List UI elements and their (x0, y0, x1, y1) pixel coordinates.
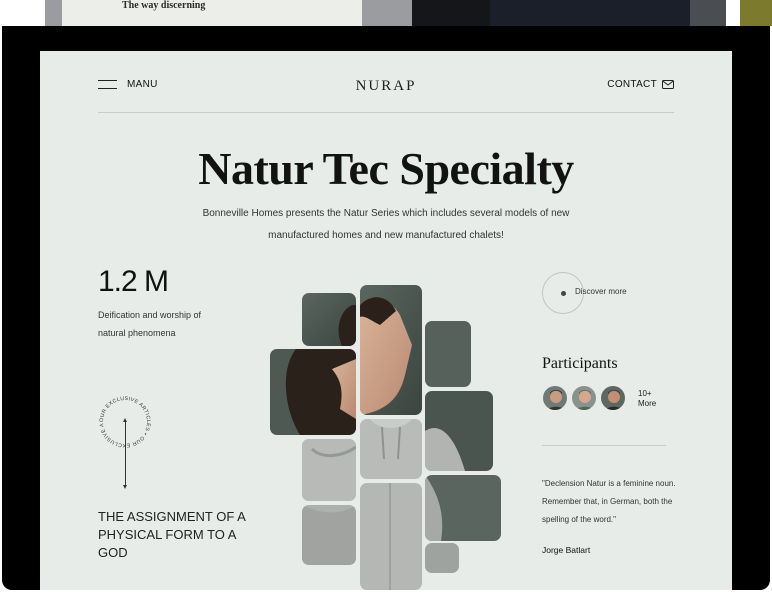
bg-thumbnail (490, 0, 690, 26)
more-label[interactable]: More (638, 399, 656, 409)
quote-text: "Declension Natur is a feminine noun. Re… (542, 479, 676, 524)
more-count[interactable]: 10+ (638, 389, 656, 399)
quote-author: Jorge Batlart (542, 545, 591, 555)
participants-divider (542, 445, 666, 446)
participant-avatars (542, 385, 629, 411)
mail-icon[interactable] (662, 80, 674, 89)
discover-more-label[interactable]: Discover more (575, 287, 627, 296)
dot-icon (561, 291, 566, 296)
avatar[interactable] (571, 385, 597, 411)
contact-label[interactable]: CONTACT (607, 79, 657, 90)
scroll-line (125, 421, 126, 487)
mosaic-tile (360, 285, 422, 415)
assignment-text: THE ASSIGNMENT OF A PHYSICAL FORM TO A G… (98, 509, 246, 560)
arrow-down-icon (123, 485, 127, 489)
bg-thumbnail-text: The way discerning (122, 0, 206, 11)
mosaic-tile (270, 349, 356, 435)
mosaic-tile (425, 321, 471, 387)
avatar[interactable] (600, 385, 626, 411)
mosaic-tile (302, 505, 356, 565)
stat-description: Deification and worship of natural pheno… (98, 310, 202, 338)
avatar[interactable] (542, 385, 568, 411)
bg-thumbnail: The way discerning (62, 0, 362, 26)
hero-image-mosaic (270, 285, 502, 590)
participants-title: Participants (542, 355, 618, 372)
mosaic-tile (425, 475, 501, 541)
more-participants[interactable]: 10+ More (638, 389, 656, 409)
website-page: MANU NURAP CONTACT Natur Tec Specialty B… (40, 51, 732, 590)
stat-value: 1.2 M (98, 265, 169, 298)
bg-thumbnail (690, 0, 726, 26)
mosaic-tile (302, 293, 356, 346)
mosaic-tile (360, 483, 422, 590)
top-nav: MANU NURAP CONTACT (98, 78, 674, 95)
bg-thumbnail (412, 0, 490, 26)
mosaic-tile (360, 419, 422, 479)
mosaic-tile (425, 391, 493, 471)
hero-subtitle: Bonneville Homes presents the Natur Seri… (202, 208, 570, 241)
mosaic-tile (425, 543, 459, 573)
background-strip: The way discerning (0, 0, 772, 26)
logo[interactable]: NURAP (98, 78, 674, 95)
header-divider (98, 112, 674, 113)
mosaic-tile (302, 439, 356, 501)
hero-title: Natur Tec Specialty (198, 143, 574, 194)
contact-button[interactable]: CONTACT (607, 79, 674, 90)
bg-thumbnail (740, 0, 772, 26)
